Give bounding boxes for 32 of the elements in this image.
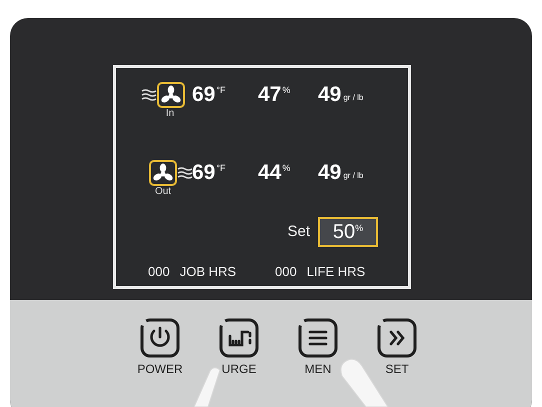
grains-reading: 49 bbox=[318, 162, 342, 183]
button-label: URGE bbox=[222, 361, 256, 378]
airflow-icon bbox=[141, 88, 157, 102]
unit-label: % bbox=[282, 84, 290, 97]
unit-label: gr / lb bbox=[343, 92, 364, 104]
sensor-label: In bbox=[164, 109, 174, 119]
fan-icon bbox=[157, 82, 185, 108]
humidity-reading: 47 bbox=[258, 84, 282, 105]
purge-button-icon[interactable] bbox=[219, 318, 259, 358]
temperature-reading: 69 bbox=[192, 84, 216, 105]
hours-label: JOB HRS bbox=[180, 263, 236, 281]
set-label: Set bbox=[287, 222, 310, 242]
unit-label: % bbox=[282, 162, 290, 175]
power-button-icon[interactable] bbox=[140, 318, 180, 358]
unit-label: gr / lb bbox=[343, 170, 364, 182]
unit-label: °F bbox=[216, 162, 226, 175]
button-label: SET bbox=[385, 361, 409, 378]
sensor-label: Out bbox=[154, 187, 172, 197]
grains-reading: 49 bbox=[318, 84, 342, 105]
hours-label: LIFE HRS bbox=[306, 263, 366, 281]
hours-value: 000 bbox=[275, 263, 297, 281]
hours-value: 000 bbox=[148, 263, 170, 281]
fan-icon bbox=[149, 160, 177, 186]
menu-button-icon[interactable] bbox=[298, 318, 338, 358]
button-label: MEN bbox=[304, 361, 332, 378]
temperature-reading: 69 bbox=[192, 162, 216, 183]
humidity-reading: 44 bbox=[258, 162, 282, 183]
set-button-icon[interactable] bbox=[377, 318, 417, 358]
unit-label: °F bbox=[216, 84, 226, 97]
setpoint-display[interactable]: 50% bbox=[318, 217, 378, 247]
airflow-icon bbox=[177, 166, 193, 180]
button-label: POWER bbox=[137, 361, 183, 378]
